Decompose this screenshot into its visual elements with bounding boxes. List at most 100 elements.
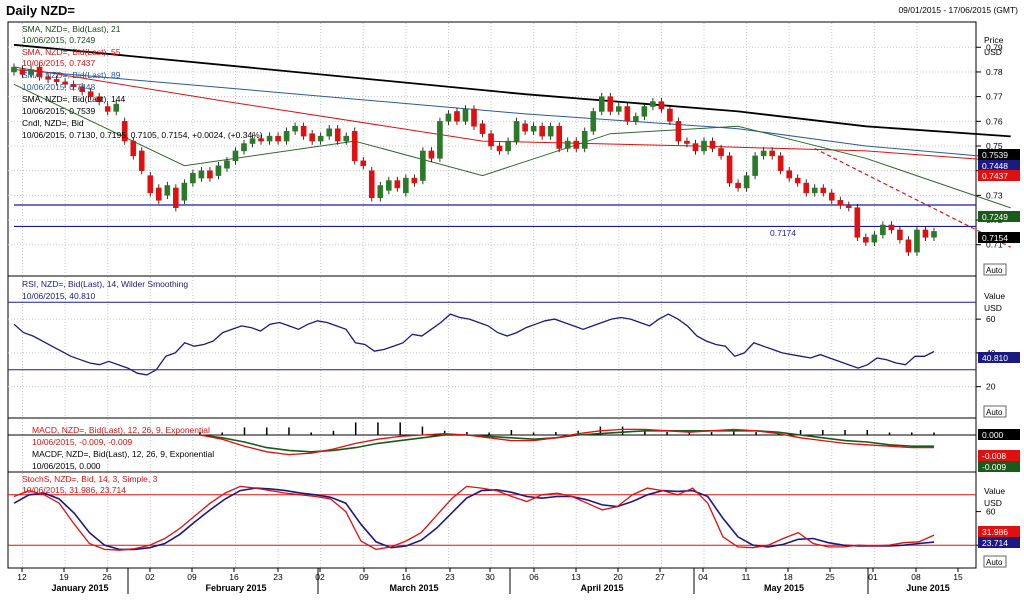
macdf-legend-label: MACDF, NZD=, Bid(Last), 12, 26, 9, Expon…: [32, 449, 214, 459]
candle-body: [846, 204, 852, 208]
rsi-legend-label: RSI, NZD=, Bid(Last), 14, Wilder Smoothi…: [22, 279, 188, 289]
candle-body: [905, 239, 912, 253]
candle-body: [104, 106, 111, 112]
x-tick-label: 30: [485, 572, 495, 582]
candle-body: [386, 180, 392, 191]
stoch-tick-label: 60: [986, 507, 996, 517]
price-value-tag-label: 0.7437: [982, 171, 1008, 181]
candle-body: [181, 182, 188, 201]
candle-body: [275, 135, 281, 142]
x-tick-label: 15: [953, 572, 963, 582]
candle-body: [377, 185, 384, 199]
candle-body: [173, 187, 179, 208]
legend-sma144-label: SMA, NZD=, Bid(Last), 144: [22, 94, 125, 104]
hline-label: 0.7174: [770, 228, 796, 238]
candle-body: [650, 101, 656, 107]
stoch-auto-button[interactable]: Auto: [983, 555, 1007, 568]
rsi-auto-button[interactable]: Auto: [983, 405, 1007, 418]
candle-body: [292, 126, 298, 132]
candle-body: [334, 128, 341, 142]
candle-body: [564, 140, 571, 149]
rsi-axis-unit: USD: [984, 303, 1002, 313]
candle-body: [224, 160, 230, 169]
candle-body: [420, 150, 426, 181]
x-tick-label: 01: [868, 572, 878, 582]
x-tick-label: 26: [102, 572, 112, 582]
stochastic-panel: [7, 471, 977, 569]
month-label: June 2015: [906, 583, 950, 593]
rsi-value-tag-label: 40.810: [982, 353, 1008, 363]
candle-body: [522, 123, 528, 132]
rsi-auto-label: Auto: [986, 408, 1003, 417]
candle-body: [530, 126, 537, 132]
candle-body: [368, 170, 375, 199]
stoch-value-tag-label: 31.986: [982, 527, 1008, 537]
candle-body: [616, 106, 622, 112]
x-tick-label: 02: [145, 572, 155, 582]
candle-body: [760, 150, 767, 157]
candle-body: [556, 126, 562, 149]
date-range: 09/01/2015 - 17/06/2015 (GMT): [898, 5, 1018, 15]
x-tick-label: 11: [742, 572, 751, 582]
price-tick-label: 0.77: [986, 92, 1003, 102]
candle-body: [513, 121, 520, 142]
candle-body: [735, 182, 741, 189]
macd-legend-value: 10/06/2015, -0.009, -0.009: [32, 437, 132, 447]
candle-body: [675, 121, 682, 142]
price-auto-button[interactable]: Auto: [983, 263, 1007, 276]
stoch-legend-label: StochS, NZD=, Bid, 14, 3, Simple, 3: [22, 474, 158, 484]
candle-body: [718, 148, 724, 157]
candle-body: [888, 224, 895, 231]
candle-body: [607, 96, 614, 112]
candle-body: [156, 187, 162, 201]
x-tick-label: 20: [613, 572, 623, 582]
candle-body: [777, 155, 784, 171]
candle-body: [394, 180, 401, 189]
rsi-legend-value: 10/06/2015, 40.810: [22, 291, 96, 301]
candle-body: [437, 121, 443, 159]
x-tick-label: 18: [783, 572, 793, 582]
candle-body: [837, 200, 844, 206]
candle-body: [880, 224, 886, 236]
candle-body: [726, 155, 733, 184]
month-label: January 2015: [51, 583, 108, 593]
price-tick-label: 0.76: [986, 116, 1003, 126]
rsi-panel: [7, 275, 977, 419]
candle-body: [581, 130, 588, 149]
candle-body: [786, 170, 792, 179]
candle-body: [190, 172, 196, 184]
candle-body: [547, 126, 554, 137]
candle-body: [590, 111, 597, 132]
x-tick-label: 16: [401, 572, 411, 582]
x-tick-label: 09: [187, 572, 197, 582]
candle-body: [539, 126, 545, 137]
candle-body: [360, 160, 367, 166]
candle-body: [684, 140, 690, 144]
x-tick-label: 27: [655, 572, 665, 582]
stoch-value-tag-label: 23.714: [982, 538, 1008, 548]
legend-sma21-label: SMA, NZD=, Bid(Last), 21: [22, 24, 121, 34]
candle-body: [769, 150, 775, 157]
candle-body: [317, 135, 324, 142]
candle-body: [863, 237, 869, 243]
stoch-axis-title: Value: [984, 486, 1005, 496]
candle-body: [113, 103, 120, 112]
candle-body: [897, 229, 903, 241]
candle-body: [828, 192, 835, 201]
candle-body: [633, 116, 639, 122]
candle-body: [138, 150, 145, 171]
month-label: May 2015: [764, 583, 804, 593]
candle-body: [164, 185, 171, 196]
candle-body: [454, 111, 460, 122]
candle-body: [351, 130, 358, 162]
x-tick-label: 02: [315, 572, 325, 582]
x-tick-label: 04: [698, 572, 708, 582]
candle-body: [914, 229, 920, 253]
legend-sma89-value: 10/06/2015, 0.7448: [22, 82, 96, 92]
candle-body: [658, 101, 665, 110]
candle-body: [488, 133, 494, 147]
candle-body: [598, 96, 605, 112]
candle-body: [922, 229, 929, 238]
macd-value-tag-label: -0.008: [982, 451, 1006, 461]
candle-body: [428, 150, 435, 159]
